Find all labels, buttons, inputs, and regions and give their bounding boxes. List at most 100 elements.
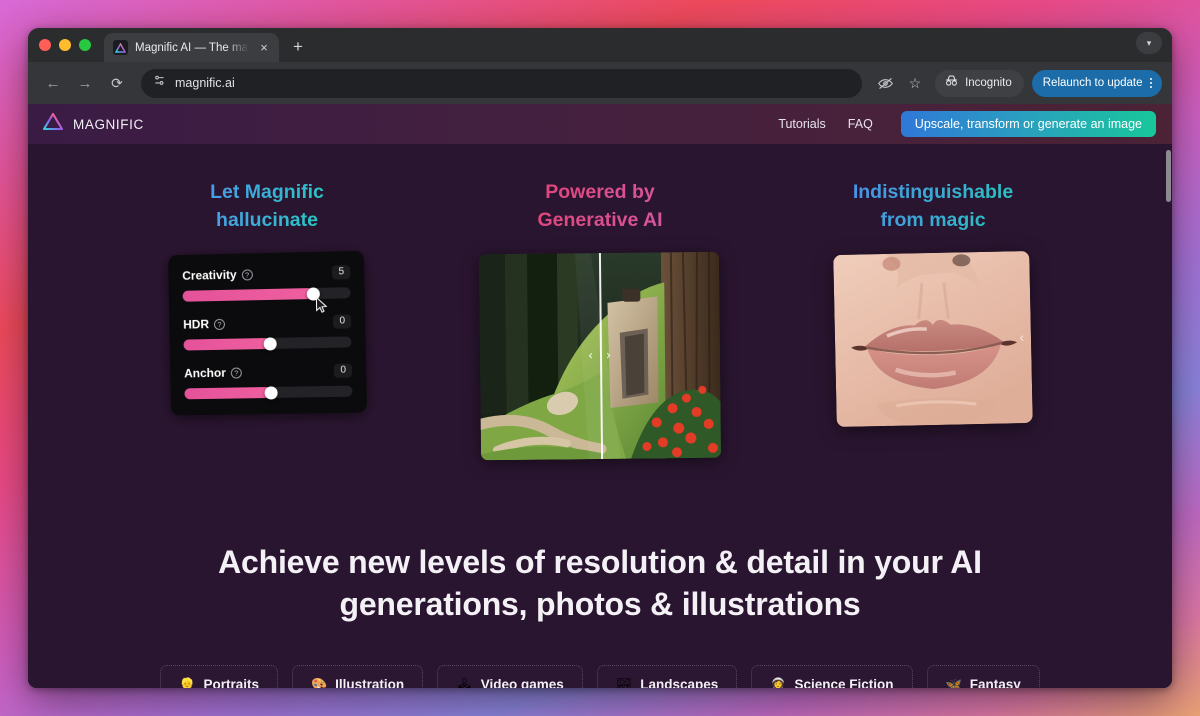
- relaunch-label: Relaunch to update: [1042, 77, 1143, 89]
- feature-title: Indistinguishable from magic: [853, 178, 1013, 235]
- new-tab-button[interactable]: +: [285, 34, 311, 60]
- site-header: MAGNIFIC Tutorials FAQ Upscale, transfor…: [28, 104, 1172, 144]
- nav-link-tutorials[interactable]: Tutorials: [778, 117, 825, 131]
- tab-strip: Magnific AI — The magic imag × + ▾: [28, 28, 1172, 62]
- carousel-prev-chevron-icon[interactable]: ‹: [1019, 329, 1024, 344]
- feature-title-line2: from magic: [880, 209, 986, 232]
- question-mark-icon[interactable]: ?: [241, 268, 253, 280]
- category-chip-science-fiction[interactable]: 👩‍🚀 Science Fiction: [751, 665, 913, 688]
- feature-let-magnific-hallucinate: Let Magnific hallucinate Creativity ? 5: [145, 178, 390, 459]
- brand-logo[interactable]: MAGNIFIC: [42, 112, 144, 136]
- feature-title: Powered by Generative AI: [538, 178, 663, 235]
- headline-line2: generations, photos & illustrations: [339, 585, 861, 622]
- tab-title: Magnific AI — The magic imag: [135, 41, 249, 54]
- maximize-window-button[interactable]: [79, 39, 91, 51]
- slider-fill: [184, 386, 272, 399]
- hdr-slider[interactable]: [183, 335, 352, 351]
- slider-fill: [183, 337, 271, 351]
- before-after-forest-image[interactable]: ‹ ›: [478, 251, 722, 460]
- feature-powered-by-generative-ai: Powered by Generative AI ‹ ›: [478, 178, 723, 460]
- slider-row-anchor: Anchor ? 0: [184, 363, 353, 399]
- category-chip-row: 👱 Portraits 🎨 Illustration 🕹 Video games…: [28, 665, 1172, 688]
- window-controls: [39, 28, 104, 62]
- url-text[interactable]: magnific.ai: [175, 76, 235, 90]
- slider-row-creativity: Creativity ? 5: [182, 264, 351, 312]
- page-headline: Achieve new levels of resolution & detai…: [28, 541, 1172, 625]
- slider-fill: [182, 287, 314, 302]
- page-scrollbar[interactable]: [1165, 104, 1172, 688]
- lips-portrait: [833, 250, 1033, 427]
- feature-title-line1: Let Magnific: [210, 181, 324, 203]
- relaunch-to-update-button[interactable]: Relaunch to update: [1031, 69, 1162, 97]
- lips-closeup-image[interactable]: ‹: [833, 250, 1033, 427]
- headline-line1: Achieve new levels of resolution & detai…: [218, 543, 982, 580]
- browser-window: Magnific AI — The magic imag × + ▾ ← → ⟳…: [28, 28, 1172, 688]
- kebab-menu-icon[interactable]: [1146, 77, 1157, 89]
- feature-columns: Let Magnific hallucinate Creativity ? 5: [28, 144, 1172, 460]
- category-chip-video-games[interactable]: 🕹 Video games: [437, 665, 583, 688]
- slider-knob[interactable]: [306, 286, 321, 300]
- video-games-emoji-icon: 🕹: [456, 677, 473, 688]
- nav-link-faq[interactable]: FAQ: [848, 117, 873, 131]
- tab-search-chevron-down-icon[interactable]: ▾: [1136, 32, 1162, 54]
- upscale-cta-button[interactable]: Upscale, transform or generate an image: [900, 111, 1156, 137]
- incognito-indicator[interactable]: Incognito: [935, 69, 1024, 97]
- page-settings-icon[interactable]: [153, 74, 166, 92]
- header-nav: Tutorials FAQ Upscale, transform or gene…: [778, 111, 1156, 137]
- slider-value: 5: [332, 264, 351, 280]
- incognito-label: Incognito: [965, 77, 1012, 89]
- slider-value: 0: [334, 363, 353, 378]
- page-viewport: MAGNIFIC Tutorials FAQ Upscale, transfor…: [28, 104, 1172, 688]
- minimize-window-button[interactable]: [59, 39, 71, 51]
- mouse-cursor-icon: [315, 296, 327, 312]
- back-button[interactable]: ←: [38, 68, 68, 98]
- category-chip-illustration[interactable]: 🎨 Illustration: [291, 665, 424, 688]
- browser-toolbar: ← → ⟳ magnific.ai ☆ Incognito Relaunch t…: [28, 62, 1172, 104]
- address-bar[interactable]: magnific.ai: [141, 68, 863, 98]
- creativity-slider[interactable]: [182, 286, 351, 312]
- slider-knob[interactable]: [263, 336, 278, 350]
- forward-button[interactable]: →: [70, 68, 100, 98]
- magnific-triangle-logo: [42, 112, 64, 136]
- anchor-slider[interactable]: [184, 385, 353, 399]
- feature-title-line1: Powered by: [545, 181, 655, 203]
- bookmark-star-icon[interactable]: ☆: [901, 69, 929, 97]
- slider-value: 0: [333, 313, 352, 329]
- category-chip-portraits[interactable]: 👱 Portraits: [160, 665, 278, 688]
- feature-title-line2: Generative AI: [537, 209, 663, 232]
- category-chip-fantasy[interactable]: 🦋 Fantasy: [926, 665, 1040, 688]
- question-mark-icon[interactable]: ?: [213, 317, 226, 330]
- slider-label: Anchor: [184, 365, 226, 380]
- category-chip-landscapes[interactable]: 🏞 Landscapes: [596, 665, 738, 688]
- incognito-hat-icon: [944, 74, 959, 92]
- slider-label: Creativity: [182, 267, 237, 283]
- reload-button[interactable]: ⟳: [102, 68, 132, 98]
- slider-knob[interactable]: [264, 385, 279, 399]
- brand-name: MAGNIFIC: [73, 116, 144, 132]
- compare-next-chevron-icon[interactable]: ›: [606, 348, 611, 363]
- chip-label: Portraits: [203, 677, 259, 688]
- chip-label: Landscapes: [640, 677, 719, 688]
- landscapes-emoji-icon: 🏞: [615, 677, 633, 688]
- scrollbar-thumb[interactable]: [1166, 150, 1171, 202]
- compare-prev-chevron-icon[interactable]: ‹: [588, 348, 593, 363]
- parameters-card: Creativity ? 5 HDR ? 0 Anchor ? 0: [168, 250, 367, 416]
- chip-label: Video games: [480, 677, 564, 688]
- close-tab-button[interactable]: ×: [256, 40, 272, 56]
- feature-title: Let Magnific hallucinate: [210, 178, 324, 235]
- chip-label: Science Fiction: [794, 677, 894, 688]
- chip-label: Fantasy: [969, 677, 1021, 688]
- question-mark-icon[interactable]: ?: [230, 366, 242, 378]
- magnific-triangle-icon: [113, 40, 128, 55]
- portraits-emoji-icon: 👱: [179, 677, 196, 688]
- illustration-emoji-icon: 🎨: [310, 677, 328, 688]
- feature-indistinguishable-from-magic: Indistinguishable from magic ‹: [811, 178, 1056, 459]
- science-fiction-emoji-icon: 👩‍🚀: [770, 677, 787, 688]
- slider-label: HDR: [183, 316, 210, 332]
- slider-row-hdr: HDR ? 0: [183, 313, 352, 351]
- eye-slash-icon[interactable]: [871, 69, 899, 97]
- browser-tab[interactable]: Magnific AI — The magic imag ×: [104, 33, 279, 62]
- feature-title-line1: Indistinguishable: [852, 181, 1014, 203]
- chip-label: Illustration: [335, 677, 405, 688]
- close-window-button[interactable]: [39, 39, 51, 51]
